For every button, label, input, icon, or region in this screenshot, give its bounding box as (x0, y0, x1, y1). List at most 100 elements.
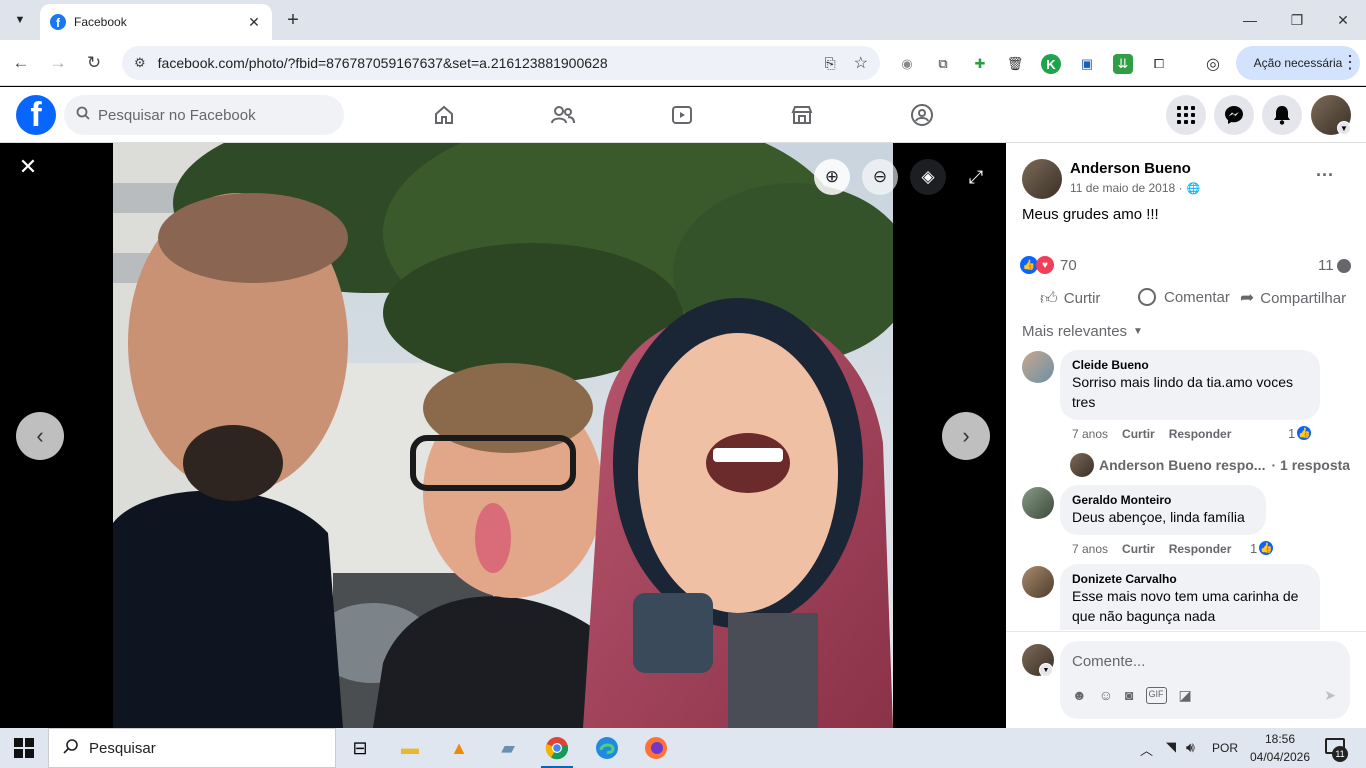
site-info-icon[interactable]: ⚙ (134, 55, 146, 71)
close-viewer-icon[interactable]: ✕ (16, 154, 40, 179)
gif-icon[interactable]: GIF (1145, 687, 1167, 704)
download-extension-icon[interactable]: ⇊ (1113, 54, 1133, 74)
restore-icon[interactable]: ❐ (1285, 8, 1309, 32)
sort-comments-dropdown[interactable]: Mais relevantes ▼ (1022, 323, 1143, 340)
menu-grid-icon[interactable] (1166, 95, 1206, 135)
commenter-name[interactable]: Cleide Bueno (1072, 358, 1308, 372)
comments-count[interactable]: 11 (1318, 257, 1334, 274)
file-explorer-icon[interactable]: ▬ (394, 732, 426, 764)
forward-button[interactable]: → (45, 50, 71, 76)
new-tab-button[interactable]: + (282, 8, 304, 32)
minimize-icon[interactable]: — (1238, 8, 1262, 32)
comment-label: Comentar (1164, 288, 1230, 306)
network-icon[interactable]: ◥ (1166, 739, 1176, 755)
facebook-header: f Pesquisar no Facebook ▼ (0, 87, 1366, 143)
close-window-icon[interactable]: ✕ (1331, 8, 1355, 32)
facebook-search-input[interactable]: Pesquisar no Facebook (64, 95, 344, 135)
chrome-icon[interactable] (541, 732, 573, 764)
commenter-avatar[interactable] (1022, 351, 1054, 383)
comment-reaction-count[interactable]: 1 (1288, 426, 1295, 441)
commenter-name[interactable]: Donizete Carvalho (1072, 572, 1308, 586)
commenter-name[interactable]: Geraldo Monteiro (1072, 493, 1254, 507)
profile-icon[interactable]: ◎ (1203, 54, 1223, 74)
commenter-avatar[interactable] (1022, 487, 1054, 519)
commenter-avatar[interactable] (1022, 566, 1054, 598)
like-button[interactable]: 👍︎ Curtir (1040, 288, 1100, 309)
more-options-icon[interactable]: ··· (1316, 165, 1334, 186)
task-view-icon[interactable]: ⊟ (344, 732, 376, 764)
comment-age[interactable]: 7 anos (1072, 542, 1108, 556)
account-chevron-down-icon[interactable]: ▼ (1337, 121, 1351, 135)
comment-age[interactable]: 7 anos (1072, 427, 1108, 441)
notepad-icon[interactable]: ▰ (492, 732, 524, 764)
photo-image (113, 143, 893, 728)
zoom-out-icon[interactable]: ⊖ (862, 159, 898, 195)
fullscreen-icon[interactable]: ⤢ (962, 165, 990, 189)
windows-taskbar: Pesquisar ⊟ ▬ ▲ ▰ ︿ ◥ 🔊︎ POR 18:56 04/04… (0, 728, 1366, 768)
k-extension-icon[interactable]: K (1041, 54, 1061, 74)
tag-icon[interactable]: ◈ (910, 159, 946, 195)
notifications-bell-icon[interactable] (1262, 95, 1302, 135)
author-avatar[interactable] (1022, 159, 1062, 199)
browser-tab-facebook[interactable]: f Facebook ✕ (40, 4, 272, 40)
video-icon[interactable] (662, 97, 702, 133)
clock-time[interactable]: 18:56 (1248, 732, 1312, 746)
copy-extension-icon[interactable]: ⧉ (933, 54, 953, 74)
zoom-in-icon[interactable]: ⊕ (814, 159, 850, 195)
comment-icon (1138, 288, 1156, 306)
browser-menu-icon[interactable]: ⋮ (1340, 52, 1360, 72)
like-label: Curtir (1063, 290, 1101, 307)
home-icon[interactable] (424, 97, 464, 133)
groups-icon[interactable] (902, 97, 942, 133)
comment-like-link[interactable]: Curtir (1122, 427, 1155, 441)
url-text: facebook.com/photo/?fbid=876787059167637… (157, 55, 608, 71)
plus-extension-icon[interactable]: ✚ (970, 54, 990, 74)
reactions-count[interactable]: 70 (1060, 257, 1077, 274)
sticker-icon[interactable]: ◪ (1179, 687, 1192, 704)
bookmark-star-icon[interactable]: ☆ (854, 53, 868, 73)
send-icon[interactable]: ➤ (1324, 687, 1336, 704)
comment-bubble: Donizete Carvalho Esse mais novo tem uma… (1060, 564, 1320, 630)
tab-search-button[interactable]: ▼ (8, 8, 32, 32)
save-extension-icon[interactable]: ▣ (1077, 54, 1097, 74)
taskbar-search-box[interactable]: Pesquisar (48, 728, 336, 768)
avatar-sticker-icon[interactable]: ☻ (1072, 687, 1087, 704)
comment-button[interactable]: Comentar (1138, 288, 1230, 306)
trash-extension-icon[interactable]: 🗑 (1005, 54, 1025, 74)
close-tab-icon[interactable]: ✕ (246, 14, 262, 31)
previous-photo-chevron-icon[interactable]: ‹ (16, 412, 64, 460)
comment-like-link[interactable]: Curtir (1122, 542, 1155, 556)
composer-chevron-down-icon[interactable]: ▼ (1039, 663, 1053, 677)
view-replies-link[interactable]: Anderson Bueno respo... · 1 resposta (1070, 453, 1350, 477)
windows-start-icon[interactable] (14, 738, 34, 758)
language-indicator[interactable]: POR (1212, 741, 1238, 755)
share-button[interactable]: ➦ Compartilhar (1240, 288, 1346, 308)
camera-icon[interactable]: ◙ (1125, 687, 1133, 704)
next-photo-chevron-icon[interactable]: › (942, 412, 990, 460)
friends-icon[interactable] (543, 97, 583, 133)
comment-reaction-count[interactable]: 1 (1250, 541, 1257, 556)
comment-reply-link[interactable]: Responder (1169, 427, 1232, 441)
clock-date[interactable]: 04/04/2026 (1248, 750, 1312, 764)
install-app-icon[interactable]: ⎘ (824, 55, 835, 72)
emoji-icon[interactable]: ☺ (1099, 687, 1113, 704)
back-button[interactable]: ← (8, 50, 34, 76)
volume-icon[interactable]: 🔊︎ (1186, 739, 1195, 756)
comment-input[interactable]: Comente... ☻ ☺ ◙ GIF ◪ ➤ (1060, 641, 1350, 719)
comment-reply-link[interactable]: Responder (1169, 542, 1232, 556)
author-name[interactable]: Anderson Bueno (1070, 160, 1191, 177)
tray-chevron-up-icon[interactable]: ︿ (1140, 740, 1153, 759)
post-details-panel: Anderson Bueno 11 de maio de 2018 · 🌐 ··… (1006, 143, 1366, 728)
marketplace-icon[interactable] (782, 97, 822, 133)
firefox-icon[interactable] (640, 732, 672, 764)
address-bar[interactable]: ⚙ facebook.com/photo/?fbid=8767870591676… (122, 46, 880, 80)
camera-icon[interactable]: ◉ (897, 54, 917, 74)
vlc-icon[interactable]: ▲ (443, 732, 475, 764)
comment-placeholder: Comente... (1072, 653, 1146, 670)
extensions-puzzle-icon[interactable]: ⧠ (1149, 54, 1169, 74)
messenger-icon[interactable] (1214, 95, 1254, 135)
post-date[interactable]: 11 de maio de 2018 · (1070, 181, 1183, 195)
reload-button[interactable]: ↻ (81, 50, 107, 76)
edge-icon[interactable] (591, 732, 623, 764)
facebook-logo-icon[interactable]: f (16, 95, 56, 135)
